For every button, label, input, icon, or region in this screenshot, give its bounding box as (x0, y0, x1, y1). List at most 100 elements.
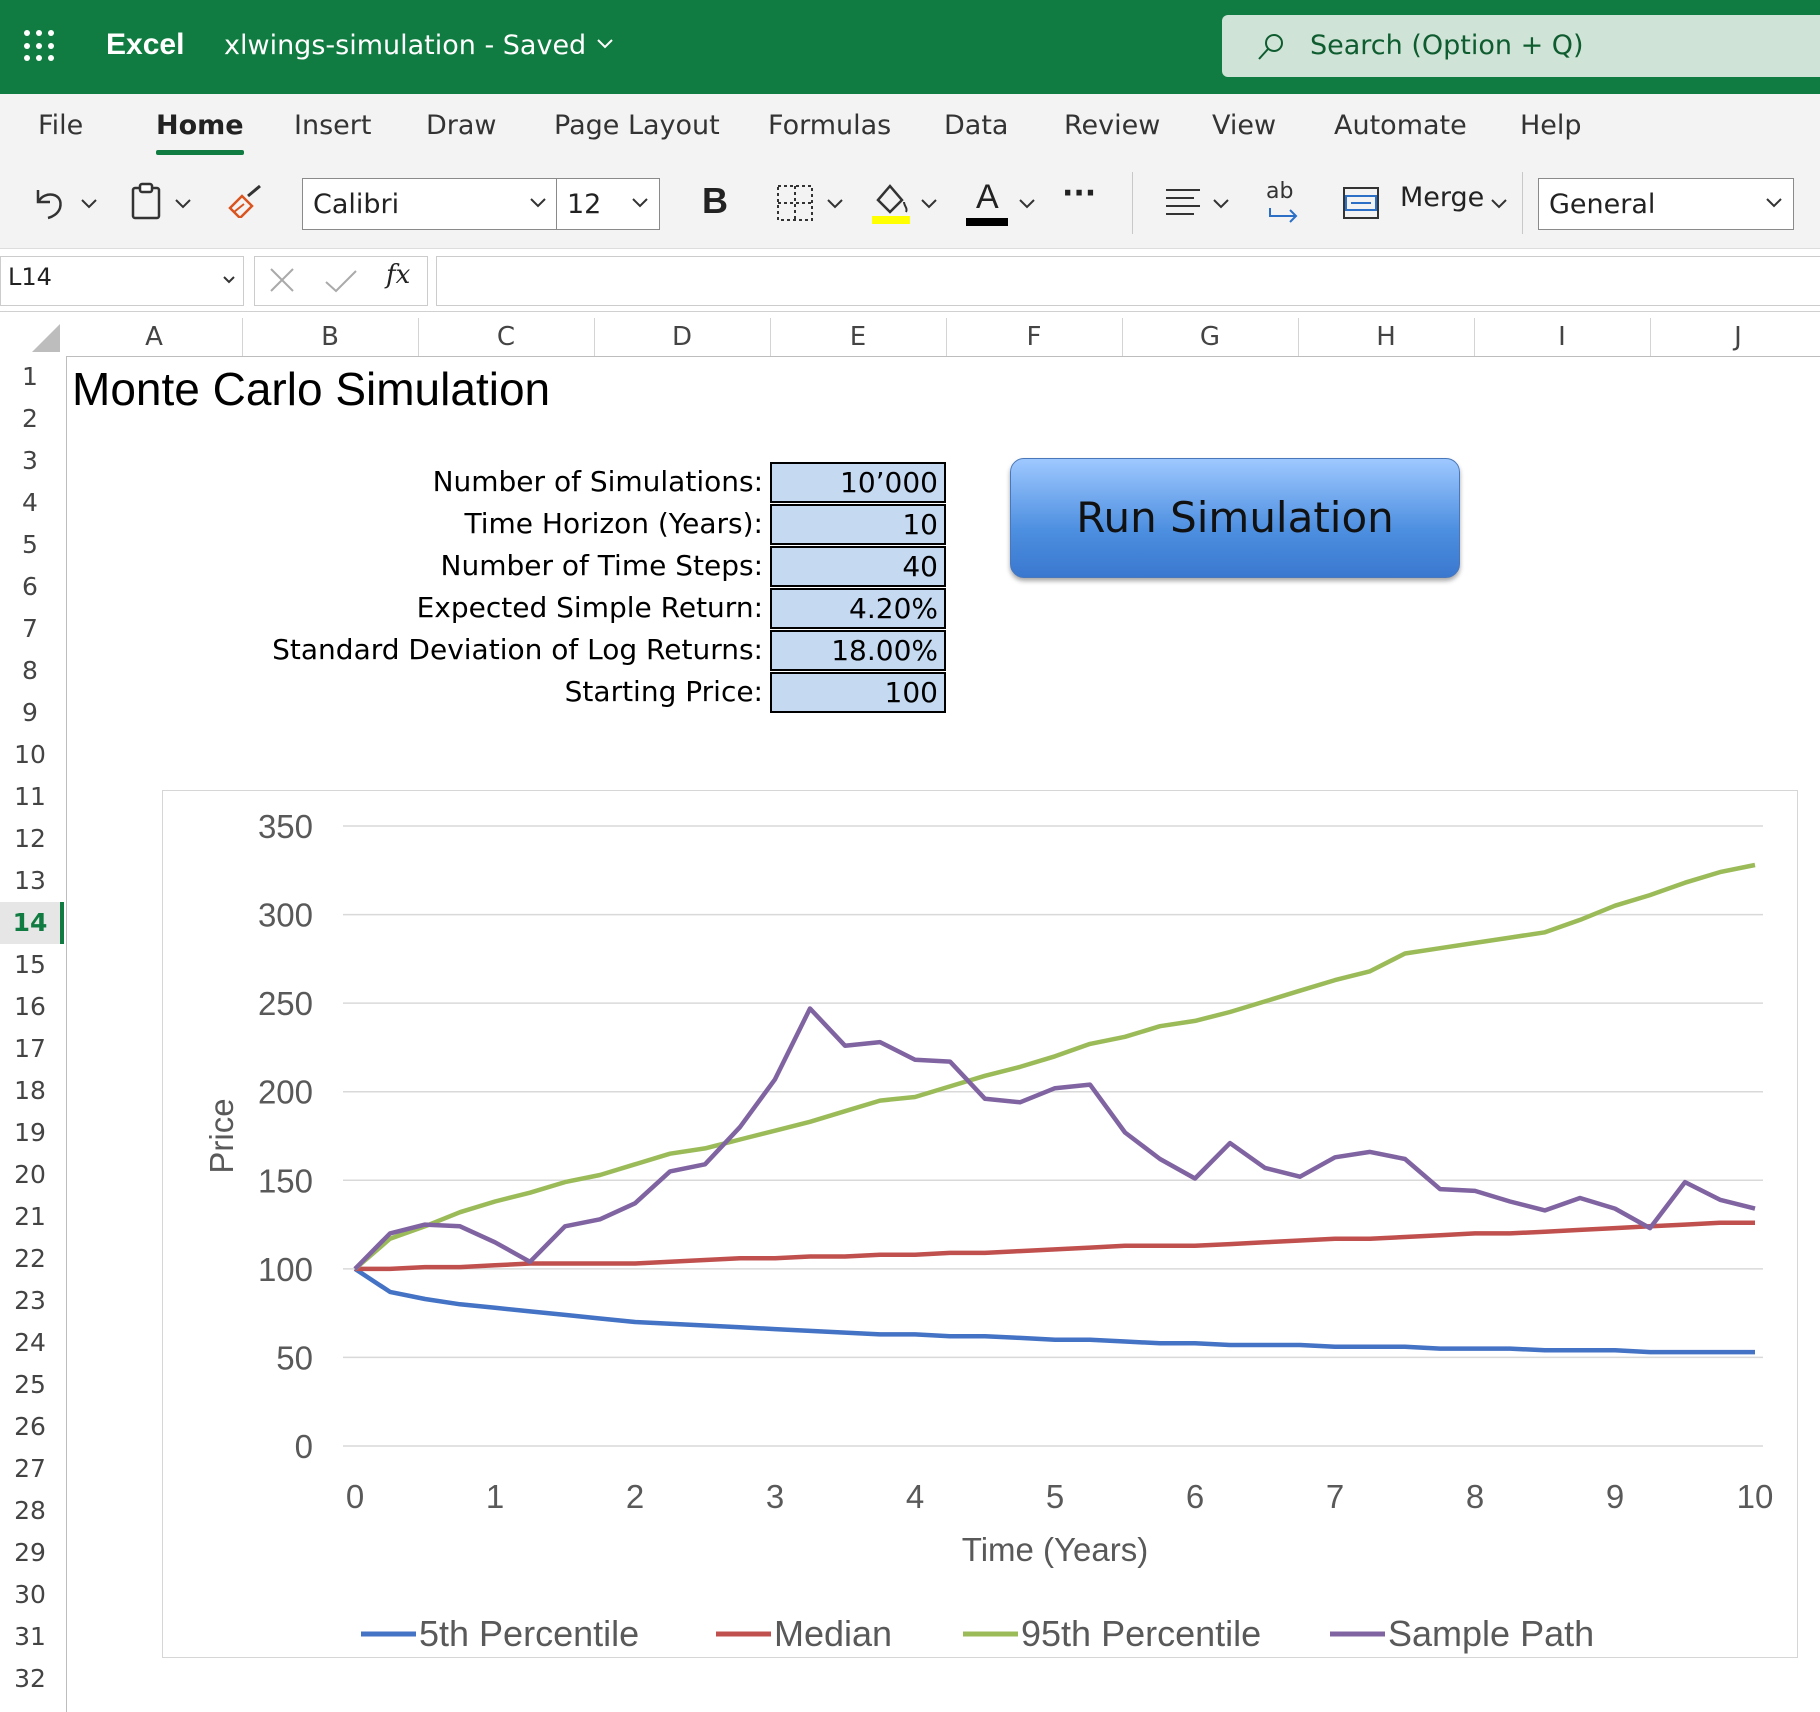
y-tick-label: 200 (258, 1074, 313, 1111)
search-placeholder[interactable]: Search (Option + Q) (1310, 30, 1584, 61)
row-header[interactable]: 2 (0, 398, 60, 440)
document-title[interactable]: xlwings-simulation - Saved (224, 30, 586, 61)
tab-home[interactable]: Home (156, 110, 244, 155)
parameter-value-cell[interactable]: 18.00% (770, 630, 946, 671)
fill-color-icon[interactable] (870, 180, 912, 226)
column-header[interactable]: E (770, 322, 946, 352)
undo-icon[interactable] (30, 184, 70, 220)
paste-icon[interactable] (130, 182, 162, 220)
column-header[interactable]: D (594, 322, 770, 352)
row-header[interactable]: 23 (0, 1280, 60, 1322)
sheet-title[interactable]: Monte Carlo Simulation (72, 362, 550, 416)
row-header[interactable]: 32 (0, 1658, 60, 1700)
app-name[interactable]: Excel (106, 28, 184, 62)
row-header[interactable]: 17 (0, 1028, 60, 1070)
row-header[interactable]: 13 (0, 860, 60, 902)
chevron-down-icon[interactable] (80, 198, 98, 210)
tab-formulas[interactable]: Formulas (768, 110, 891, 141)
row-header[interactable]: 28 (0, 1490, 60, 1532)
chevron-down-icon[interactable] (1018, 198, 1036, 210)
column-header[interactable]: A (66, 322, 242, 352)
parameter-label[interactable]: Number of Time Steps: (0, 549, 763, 582)
row-header[interactable]: 31 (0, 1616, 60, 1658)
tab-insert[interactable]: Insert (294, 110, 371, 141)
formula-input[interactable] (436, 256, 1820, 306)
parameter-value-cell[interactable]: 4.20% (770, 588, 946, 629)
row-header[interactable]: 20 (0, 1154, 60, 1196)
chevron-down-icon[interactable] (1212, 198, 1230, 210)
chevron-down-icon[interactable] (1490, 198, 1508, 210)
row-header[interactable]: 25 (0, 1364, 60, 1406)
chevron-down-icon[interactable] (174, 198, 192, 210)
borders-icon[interactable] (776, 184, 814, 222)
more-options-button[interactable]: ··· (1062, 176, 1096, 211)
column-header[interactable]: C (418, 322, 594, 352)
column-header[interactable]: B (242, 322, 418, 352)
chevron-down-icon[interactable] (222, 275, 236, 285)
format-painter-icon[interactable] (226, 184, 264, 218)
parameter-label[interactable]: Expected Simple Return: (0, 591, 763, 624)
parameter-value-cell[interactable]: 10 (770, 504, 946, 545)
tab-view[interactable]: View (1212, 110, 1276, 141)
row-header[interactable]: 27 (0, 1448, 60, 1490)
row-header[interactable]: 26 (0, 1406, 60, 1448)
column-header[interactable]: H (1298, 322, 1474, 352)
parameter-label[interactable]: Standard Deviation of Log Returns: (0, 633, 763, 666)
tab-automate[interactable]: Automate (1334, 110, 1467, 141)
font-name-dropdown[interactable]: Calibri (302, 178, 558, 230)
row-header[interactable]: 22 (0, 1238, 60, 1280)
font-color-button[interactable]: A (976, 178, 999, 217)
chevron-down-icon[interactable] (826, 198, 844, 210)
chevron-down-icon[interactable] (920, 198, 938, 210)
wrap-text-button[interactable]: ab (1266, 181, 1293, 203)
parameter-label[interactable]: Starting Price: (0, 675, 763, 708)
tab-page-layout[interactable]: Page Layout (554, 110, 720, 141)
parameter-value-cell[interactable]: 40 (770, 546, 946, 587)
row-header[interactable]: 14 (0, 902, 64, 944)
confirm-icon[interactable] (324, 268, 358, 294)
row-header[interactable]: 30 (0, 1574, 60, 1616)
row-header[interactable]: 10 (0, 734, 60, 776)
row-header[interactable]: 29 (0, 1532, 60, 1574)
column-header[interactable]: G (1122, 322, 1298, 352)
cancel-icon[interactable] (268, 266, 296, 294)
column-header[interactable]: F (946, 322, 1122, 352)
x-tick-label: 5 (1046, 1478, 1064, 1515)
app-launcher-icon[interactable] (24, 30, 56, 62)
merge-button[interactable]: Merge (1400, 182, 1484, 213)
row-header[interactable]: 19 (0, 1112, 60, 1154)
row-header[interactable]: 15 (0, 944, 60, 986)
align-icon[interactable] (1164, 186, 1202, 220)
row-header[interactable]: 12 (0, 818, 60, 860)
bold-button[interactable]: B (702, 180, 728, 222)
row-header[interactable]: 1 (0, 356, 60, 398)
number-format-dropdown[interactable]: General (1538, 178, 1794, 230)
row-header[interactable]: 11 (0, 776, 60, 818)
x-tick-label: 3 (766, 1478, 784, 1515)
chevron-down-icon[interactable] (596, 38, 614, 50)
parameter-label[interactable]: Time Horizon (Years): (0, 507, 763, 540)
parameter-value-cell[interactable]: 100 (770, 672, 946, 713)
cell-reference[interactable]: L14 (8, 263, 52, 291)
tab-file[interactable]: File (38, 110, 83, 141)
merge-icon[interactable] (1342, 186, 1380, 220)
tab-data[interactable]: Data (944, 110, 1008, 141)
row-header[interactable]: 18 (0, 1070, 60, 1112)
column-header[interactable]: I (1474, 322, 1650, 352)
legend-label: Median (774, 1613, 892, 1654)
chart[interactable]: 0 50 100 150 200 250 300 350 0 1 2 3 4 5 6 7 8 9 10 Time (Y… (162, 790, 1798, 1658)
parameter-value-cell[interactable]: 10’000 (770, 462, 946, 503)
tab-help[interactable]: Help (1520, 110, 1582, 141)
line-chart: 0 50 100 150 200 250 300 350 0 1 2 3 4 5 6 7 8 9 10 Time (Y… (203, 808, 1773, 1654)
x-tick-label: 1 (486, 1478, 504, 1515)
function-button[interactable]: fx (386, 260, 410, 290)
tab-review[interactable]: Review (1064, 110, 1160, 141)
row-header[interactable]: 21 (0, 1196, 60, 1238)
run-simulation-button[interactable]: Run Simulation (1010, 458, 1460, 578)
column-header[interactable]: J (1650, 322, 1820, 352)
row-header[interactable]: 24 (0, 1322, 60, 1364)
tab-draw[interactable]: Draw (426, 110, 497, 141)
row-header[interactable]: 16 (0, 986, 60, 1028)
font-size-dropdown[interactable]: 12 (556, 178, 660, 230)
parameter-label[interactable]: Number of Simulations: (0, 465, 763, 498)
